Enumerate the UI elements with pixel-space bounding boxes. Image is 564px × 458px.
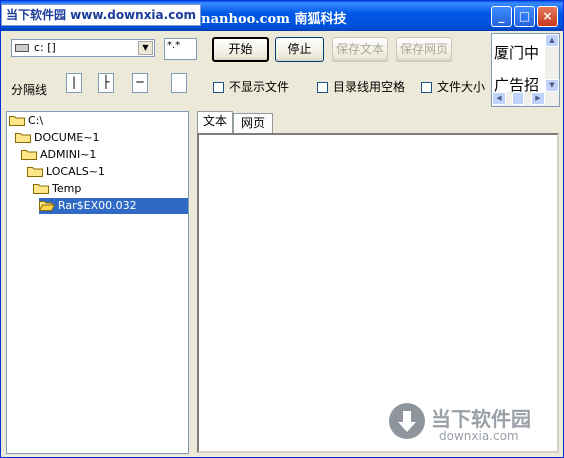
folder-icon	[9, 115, 25, 126]
checkbox-box[interactable]	[317, 82, 328, 93]
hide-files-label: 不显示文件	[229, 80, 290, 94]
tree-item[interactable]: DOCUME~1	[15, 130, 100, 146]
folder-tree[interactable]: C:\ DOCUME~1 ADMINI~1 LOCALS~1 Temp Rar$EX00.…	[6, 111, 189, 454]
scroll-down-icon[interactable]: ▼	[545, 79, 559, 92]
folder-icon	[33, 183, 49, 194]
tree-item-label: Rar$EX00.032	[58, 199, 137, 212]
save-text-button[interactable]: 保存文本	[332, 37, 388, 62]
checkbox-box[interactable]	[421, 82, 432, 93]
ad-panel[interactable]: 厦门中 广告招 ▲ ▼ ◀ ▶	[491, 33, 560, 107]
watermark-url: downxia.com	[439, 429, 519, 443]
drive-icon	[15, 44, 29, 52]
scroll-thumb[interactable]	[512, 92, 524, 105]
watermark-name: 当下软件园	[431, 407, 531, 431]
tree-item[interactable]: ADMINI~1	[21, 147, 96, 163]
separator-label: 分隔线	[11, 83, 48, 97]
maximize-button[interactable]: □	[514, 6, 535, 27]
ad-line-1: 厦门中	[494, 44, 540, 62]
vertical-scrollbar[interactable]: ▲ ▼	[545, 34, 559, 92]
tree-item-selected[interactable]: Rar$EX00.032	[38, 198, 188, 214]
folder-icon	[21, 149, 37, 160]
dir-space-checkbox[interactable]: 目录线用空格	[317, 78, 405, 95]
bottom-watermark: 当下软件园 downxia.com	[389, 401, 549, 449]
chevron-down-icon[interactable]: ▼	[138, 41, 153, 55]
file-size-checkbox[interactable]: 文件大小	[421, 78, 485, 95]
tree-item-label: Temp	[52, 182, 82, 195]
download-logo-icon	[389, 403, 425, 439]
separator-input-2[interactable]: ├	[98, 73, 114, 93]
folder-icon	[15, 132, 31, 143]
open-folder-icon	[38, 200, 56, 211]
tree-item[interactable]: Temp	[33, 181, 81, 197]
file-size-label: 文件大小	[437, 80, 486, 94]
tree-item-label: DOCUME~1	[34, 131, 100, 144]
tab-strip: 文本 网页	[195, 111, 559, 133]
separator-input-1[interactable]: |	[66, 73, 82, 93]
filter-input[interactable]: *.*	[164, 38, 197, 60]
toolbar: c: [] ▼ *.* 开始 停止 保存文本 保存网页 分隔线 | ├ ─ 不显…	[1, 31, 563, 111]
tree-item[interactable]: LOCALS~1	[27, 164, 105, 180]
separator-input-4[interactable]	[171, 73, 187, 93]
start-button[interactable]: 开始	[212, 37, 269, 62]
tab-text[interactable]: 文本	[197, 111, 233, 133]
tab-web[interactable]: 网页	[233, 113, 273, 133]
dir-space-label: 目录线用空格	[333, 80, 406, 94]
scroll-up-icon[interactable]: ▲	[545, 34, 559, 47]
tree-item[interactable]: C:\	[9, 113, 43, 129]
checkbox-box[interactable]	[213, 82, 224, 93]
app-window: p://www.nanhoo.com 南狐科技 当下软件园 www.downxi…	[0, 0, 564, 458]
drive-select[interactable]: c: [] ▼	[11, 39, 155, 57]
minimize-button[interactable]: _	[491, 6, 512, 27]
scroll-left-icon[interactable]: ◀	[492, 92, 506, 105]
site-watermark: 当下软件园 www.downxia.com	[1, 4, 202, 26]
tree-item-label: LOCALS~1	[46, 165, 105, 178]
stop-button[interactable]: 停止	[275, 37, 324, 62]
scroll-right-icon[interactable]: ▶	[531, 92, 545, 105]
tree-item-label: C:\	[28, 114, 44, 127]
close-button[interactable]: ×	[537, 6, 558, 27]
drive-value: c: []	[34, 41, 56, 54]
folder-icon	[27, 166, 43, 177]
tree-item-label: ADMINI~1	[40, 148, 97, 161]
separator-input-3[interactable]: ─	[132, 73, 148, 93]
save-web-button[interactable]: 保存网页	[396, 37, 452, 62]
hide-files-checkbox[interactable]: 不显示文件	[213, 78, 289, 95]
title-bar[interactable]: p://www.nanhoo.com 南狐科技 当下软件园 www.downxi…	[1, 1, 563, 31]
horizontal-scrollbar[interactable]: ◀ ▶	[492, 92, 559, 106]
